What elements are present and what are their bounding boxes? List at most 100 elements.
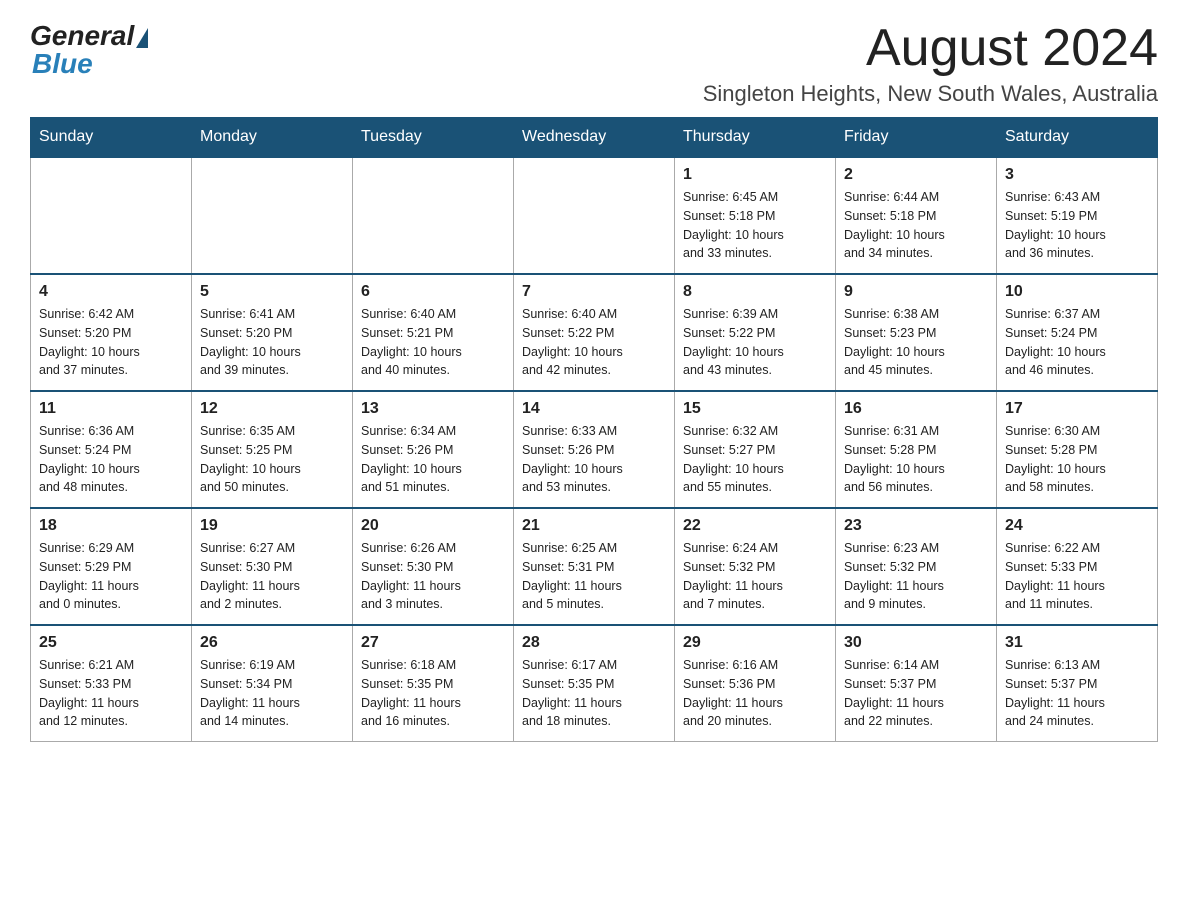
day-number: 11 [39,400,183,418]
day-number: 13 [361,400,505,418]
day-info: Sunrise: 6:29 AM Sunset: 5:29 PM Dayligh… [39,539,183,614]
day-info: Sunrise: 6:30 AM Sunset: 5:28 PM Dayligh… [1005,422,1149,497]
day-number: 6 [361,283,505,301]
calendar-cell: 16Sunrise: 6:31 AM Sunset: 5:28 PM Dayli… [836,391,997,508]
location-title: Singleton Heights, New South Wales, Aust… [703,81,1158,107]
logo-triangle-icon [136,28,148,48]
calendar-cell: 1Sunrise: 6:45 AM Sunset: 5:18 PM Daylig… [675,157,836,274]
day-info: Sunrise: 6:43 AM Sunset: 5:19 PM Dayligh… [1005,188,1149,263]
day-info: Sunrise: 6:32 AM Sunset: 5:27 PM Dayligh… [683,422,827,497]
calendar-cell: 20 Sunrise: 6:26 AM Sunset: 5:30 PM Dayli… [353,508,514,625]
calendar-table: SundayMondayTuesdayWednesdayThursdayFrid… [30,117,1158,742]
day-info: Sunrise: 6:33 AM Sunset: 5:26 PM Dayligh… [522,422,666,497]
calendar-week-row: 25 Sunrise: 6:21 AM Sunset: 5:33 PM Dayli… [31,625,1158,742]
day-number: 21 [522,517,666,535]
column-header-wednesday: Wednesday [514,118,675,158]
calendar-week-row: 18 Sunrise: 6:29 AM Sunset: 5:29 PM Dayli… [31,508,1158,625]
calendar-cell: 17 Sunrise: 6:30 AM Sunset: 5:28 PM Dayli… [997,391,1158,508]
day-number: 9 [844,283,988,301]
day-info: Sunrise: 6:25 AM Sunset: 5:31 PM Dayligh… [522,539,666,614]
column-header-tuesday: Tuesday [353,118,514,158]
day-info: Sunrise: 6:21 AM Sunset: 5:33 PM Dayligh… [39,656,183,731]
day-number: 18 [39,517,183,535]
calendar-cell [192,157,353,274]
day-info: Sunrise: 6:44 AM Sunset: 5:18 PM Dayligh… [844,188,988,263]
calendar-cell: 18 Sunrise: 6:29 AM Sunset: 5:29 PM Dayli… [31,508,192,625]
calendar-cell: 3 Sunrise: 6:43 AM Sunset: 5:19 PM Daylig… [997,157,1158,274]
calendar-cell: 10Sunrise: 6:37 AM Sunset: 5:24 PM Dayli… [997,274,1158,391]
day-info: Sunrise: 6:40 AM Sunset: 5:22 PM Dayligh… [522,305,666,380]
day-info: Sunrise: 6:14 AM Sunset: 5:37 PM Dayligh… [844,656,988,731]
day-info: Sunrise: 6:31 AM Sunset: 5:28 PM Dayligh… [844,422,988,497]
day-number: 24 [1005,517,1149,535]
day-number: 8 [683,283,827,301]
calendar-cell: 9 Sunrise: 6:38 AM Sunset: 5:23 PM Daylig… [836,274,997,391]
day-info: Sunrise: 6:37 AM Sunset: 5:24 PM Dayligh… [1005,305,1149,380]
calendar-cell: 25 Sunrise: 6:21 AM Sunset: 5:33 PM Dayli… [31,625,192,742]
day-info: Sunrise: 6:19 AM Sunset: 5:34 PM Dayligh… [200,656,344,731]
day-number: 27 [361,634,505,652]
calendar-cell: 4 Sunrise: 6:42 AM Sunset: 5:20 PM Daylig… [31,274,192,391]
calendar-cell: 5Sunrise: 6:41 AM Sunset: 5:20 PM Daylig… [192,274,353,391]
calendar-cell: 2 Sunrise: 6:44 AM Sunset: 5:18 PM Daylig… [836,157,997,274]
day-number: 19 [200,517,344,535]
day-number: 5 [200,283,344,301]
day-info: Sunrise: 6:42 AM Sunset: 5:20 PM Dayligh… [39,305,183,380]
day-info: Sunrise: 6:40 AM Sunset: 5:21 PM Dayligh… [361,305,505,380]
day-number: 26 [200,634,344,652]
calendar-cell: 15 Sunrise: 6:32 AM Sunset: 5:27 PM Dayli… [675,391,836,508]
calendar-cell: 12Sunrise: 6:35 AM Sunset: 5:25 PM Dayli… [192,391,353,508]
column-header-friday: Friday [836,118,997,158]
day-number: 14 [522,400,666,418]
day-number: 23 [844,517,988,535]
calendar-cell [31,157,192,274]
day-info: Sunrise: 6:38 AM Sunset: 5:23 PM Dayligh… [844,305,988,380]
calendar-week-row: 11 Sunrise: 6:36 AM Sunset: 5:24 PM Dayli… [31,391,1158,508]
calendar-cell [353,157,514,274]
calendar-cell: 7 Sunrise: 6:40 AM Sunset: 5:22 PM Daylig… [514,274,675,391]
day-number: 17 [1005,400,1149,418]
day-info: Sunrise: 6:18 AM Sunset: 5:35 PM Dayligh… [361,656,505,731]
day-number: 3 [1005,166,1149,184]
day-info: Sunrise: 6:24 AM Sunset: 5:32 PM Dayligh… [683,539,827,614]
calendar-week-row: 1Sunrise: 6:45 AM Sunset: 5:18 PM Daylig… [31,157,1158,274]
day-info: Sunrise: 6:13 AM Sunset: 5:37 PM Dayligh… [1005,656,1149,731]
day-info: Sunrise: 6:39 AM Sunset: 5:22 PM Dayligh… [683,305,827,380]
calendar-cell: 31 Sunrise: 6:13 AM Sunset: 5:37 PM Dayli… [997,625,1158,742]
day-info: Sunrise: 6:36 AM Sunset: 5:24 PM Dayligh… [39,422,183,497]
day-number: 15 [683,400,827,418]
day-info: Sunrise: 6:23 AM Sunset: 5:32 PM Dayligh… [844,539,988,614]
day-number: 25 [39,634,183,652]
column-header-monday: Monday [192,118,353,158]
column-header-saturday: Saturday [997,118,1158,158]
day-info: Sunrise: 6:27 AM Sunset: 5:30 PM Dayligh… [200,539,344,614]
calendar-cell: 23 Sunrise: 6:23 AM Sunset: 5:32 PM Dayli… [836,508,997,625]
column-header-thursday: Thursday [675,118,836,158]
calendar-cell: 11 Sunrise: 6:36 AM Sunset: 5:24 PM Dayli… [31,391,192,508]
day-number: 28 [522,634,666,652]
day-number: 7 [522,283,666,301]
calendar-cell: 21 Sunrise: 6:25 AM Sunset: 5:31 PM Dayli… [514,508,675,625]
day-number: 2 [844,166,988,184]
calendar-cell: 19 Sunrise: 6:27 AM Sunset: 5:30 PM Dayli… [192,508,353,625]
logo-blue-text: Blue [32,48,93,80]
calendar-cell: 27 Sunrise: 6:18 AM Sunset: 5:35 PM Dayli… [353,625,514,742]
calendar-week-row: 4 Sunrise: 6:42 AM Sunset: 5:20 PM Daylig… [31,274,1158,391]
day-info: Sunrise: 6:45 AM Sunset: 5:18 PM Dayligh… [683,188,827,263]
calendar-cell: 29 Sunrise: 6:16 AM Sunset: 5:36 PM Dayli… [675,625,836,742]
calendar-header-row: SundayMondayTuesdayWednesdayThursdayFrid… [31,118,1158,158]
calendar-cell: 28Sunrise: 6:17 AM Sunset: 5:35 PM Dayli… [514,625,675,742]
day-number: 30 [844,634,988,652]
month-year-title: August 2024 [703,20,1158,77]
day-info: Sunrise: 6:16 AM Sunset: 5:36 PM Dayligh… [683,656,827,731]
day-number: 4 [39,283,183,301]
day-number: 20 [361,517,505,535]
day-number: 31 [1005,634,1149,652]
day-info: Sunrise: 6:22 AM Sunset: 5:33 PM Dayligh… [1005,539,1149,614]
day-info: Sunrise: 6:26 AM Sunset: 5:30 PM Dayligh… [361,539,505,614]
title-block: August 2024 Singleton Heights, New South… [703,20,1158,107]
day-number: 29 [683,634,827,652]
calendar-cell: 24 Sunrise: 6:22 AM Sunset: 5:33 PM Dayli… [997,508,1158,625]
logo: General Blue [30,20,148,80]
day-number: 12 [200,400,344,418]
